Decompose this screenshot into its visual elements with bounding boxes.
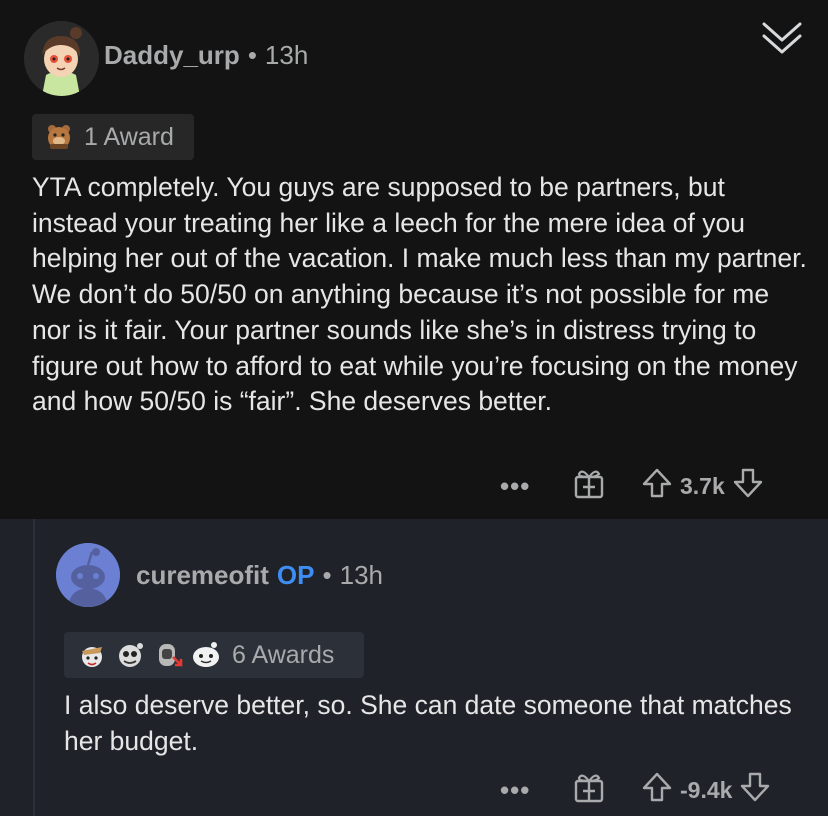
downvote-button[interactable]	[740, 771, 770, 809]
comment-meta: Daddy_urp • 13h	[104, 40, 308, 71]
awards-badge[interactable]: 1 Award	[32, 114, 194, 160]
upvote-icon	[642, 772, 672, 802]
user-avatar[interactable]	[24, 21, 99, 96]
award-wholesome-icon	[82, 647, 102, 667]
timestamp: 13h	[264, 40, 309, 70]
gift-icon	[574, 470, 604, 499]
award-helpful-icon	[159, 644, 183, 667]
award-silver-icon	[119, 643, 143, 667]
vote-score: 3.7k	[680, 472, 725, 499]
user-avatar[interactable]	[56, 543, 120, 607]
comment-meta: curemeofit OP • 13h	[136, 560, 383, 591]
username[interactable]: Daddy_urp	[104, 40, 240, 71]
avatar-snoo-icon	[56, 543, 120, 607]
award-snoo-icon	[193, 642, 219, 667]
separator-dot: •	[322, 560, 332, 590]
more-options-button[interactable]: •••	[500, 777, 530, 803]
collapse-button[interactable]	[760, 18, 804, 58]
downvote-icon	[741, 772, 770, 802]
separator-dot: •	[247, 40, 257, 70]
downvote-button[interactable]	[733, 467, 763, 505]
vote-score: -9.4k	[680, 776, 733, 803]
give-award-button[interactable]	[572, 466, 606, 506]
comment-body: I also deserve better, so. She can date …	[64, 690, 792, 756]
thread-line[interactable]	[33, 519, 35, 816]
awards-label: 6 Awards	[232, 640, 335, 669]
upvote-button[interactable]	[642, 771, 672, 809]
op-badge: OP	[276, 560, 315, 590]
upvote-icon	[642, 468, 672, 498]
upvote-button[interactable]	[642, 467, 672, 505]
comment-actions: ••• -9.4k	[500, 770, 770, 810]
collapse-chevron-icon	[762, 22, 802, 54]
give-award-button[interactable]	[572, 770, 606, 810]
timestamp: 13h	[339, 560, 383, 590]
username[interactable]: curemeofit	[136, 560, 269, 591]
comment-body: YTA completely. You guys are supposed to…	[32, 172, 807, 417]
awards-badge[interactable]: 6 Awards	[64, 632, 364, 678]
comment-actions: ••• 3.7k	[500, 466, 763, 506]
gift-icon	[574, 774, 604, 803]
avatar-girl-icon	[24, 21, 99, 96]
awards-label: 1 Award	[84, 122, 174, 151]
bear-award-icon	[48, 125, 70, 149]
more-options-button[interactable]: •••	[500, 473, 530, 499]
downvote-icon	[733, 468, 762, 498]
